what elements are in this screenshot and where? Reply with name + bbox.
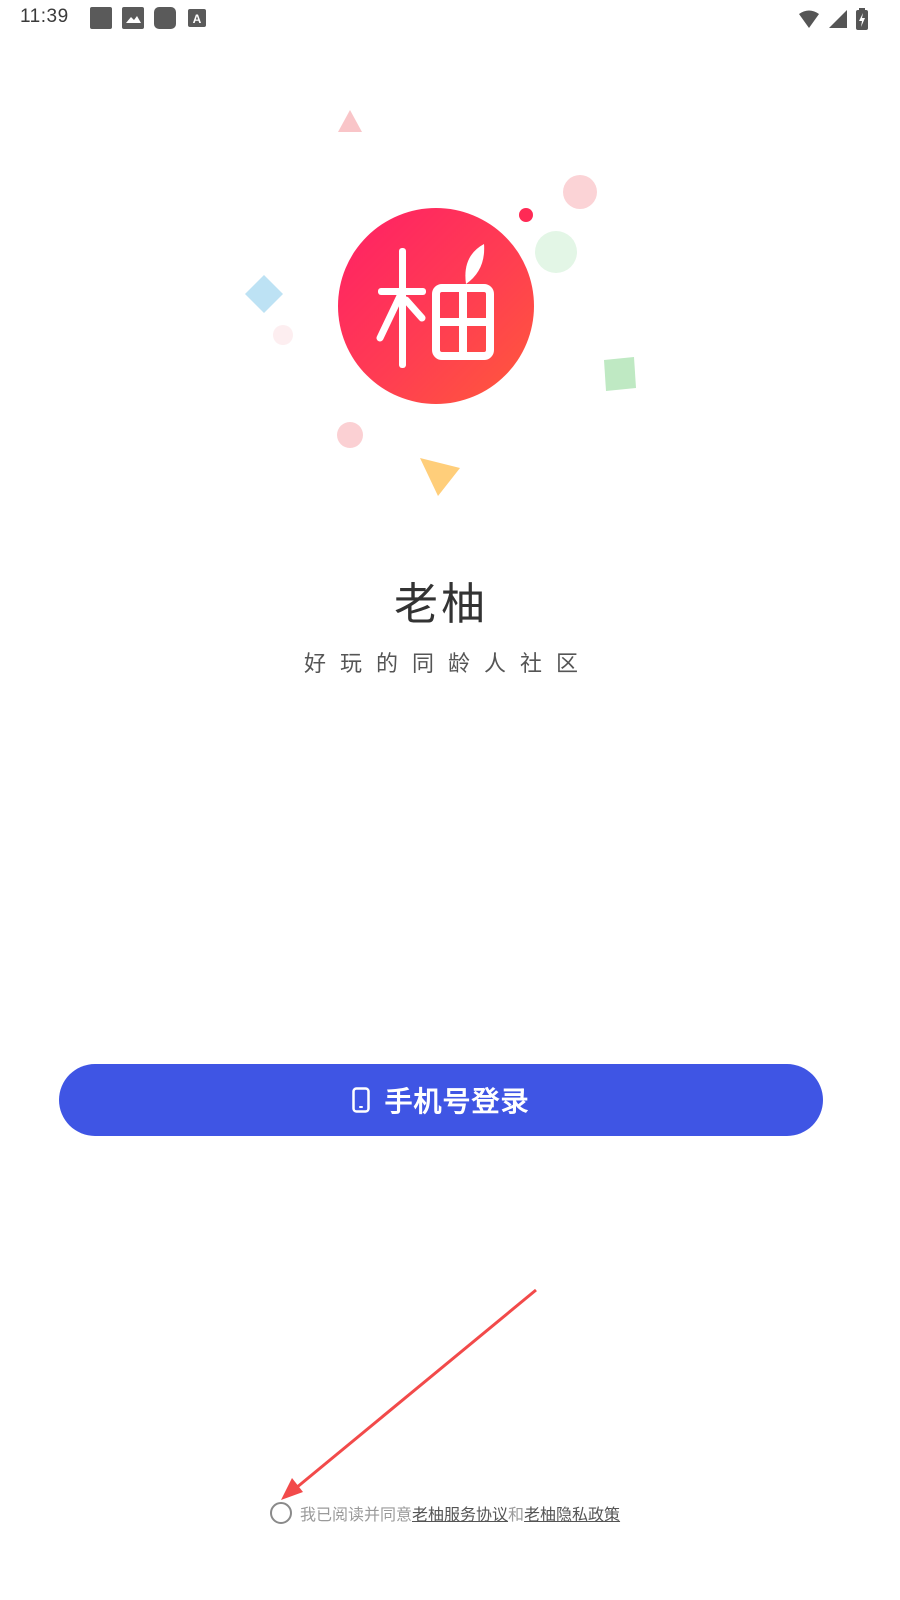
agreement-row: 我已阅读并同意 老柚服务协议 和 老柚隐私政策: [270, 1500, 620, 1526]
phone-login-button[interactable]: 手机号登录: [59, 1064, 823, 1136]
image-icon: [122, 7, 144, 29]
decor-square-green: [604, 357, 636, 391]
decor-circle-pink: [563, 175, 597, 209]
decor-circle-pink-small: [337, 422, 363, 448]
decor-diamond-blue: [245, 275, 283, 313]
agree-checkbox[interactable]: [270, 1502, 292, 1524]
phone-icon: [352, 1087, 371, 1113]
decor-circle-faint: [273, 325, 293, 345]
app-logo-glyph: [376, 244, 494, 368]
privacy-policy-link[interactable]: 老柚隐私政策: [524, 1501, 620, 1525]
agreement-prefix: 我已阅读并同意: [300, 1505, 413, 1524]
agreement-joiner: 和: [508, 1505, 525, 1524]
signal-icon: [829, 10, 847, 28]
terms-of-service-link[interactable]: 老柚服务协议: [412, 1501, 508, 1525]
status-time: 11:39: [20, 6, 69, 27]
decor-triangle-orange: [420, 458, 460, 496]
app-logo: [338, 208, 534, 404]
decor-triangle-pink: [338, 110, 362, 132]
rounded-square-app-icon: [154, 7, 176, 29]
app-slogan: 好玩的同龄人社区: [303, 652, 592, 677]
phone-login-label: 手机号登录: [384, 1085, 530, 1118]
svg-text:A: A: [193, 12, 202, 26]
app-name: 老柚: [394, 579, 488, 630]
decor-circle-green: [535, 231, 577, 273]
square-app-icon: [90, 7, 112, 29]
status-bar: 11:39 A: [0, 0, 900, 40]
wifi-icon: [799, 10, 819, 28]
battery-charging-icon: [856, 8, 868, 30]
status-right-icons: [798, 8, 868, 30]
font-a-icon: A: [188, 9, 206, 27]
